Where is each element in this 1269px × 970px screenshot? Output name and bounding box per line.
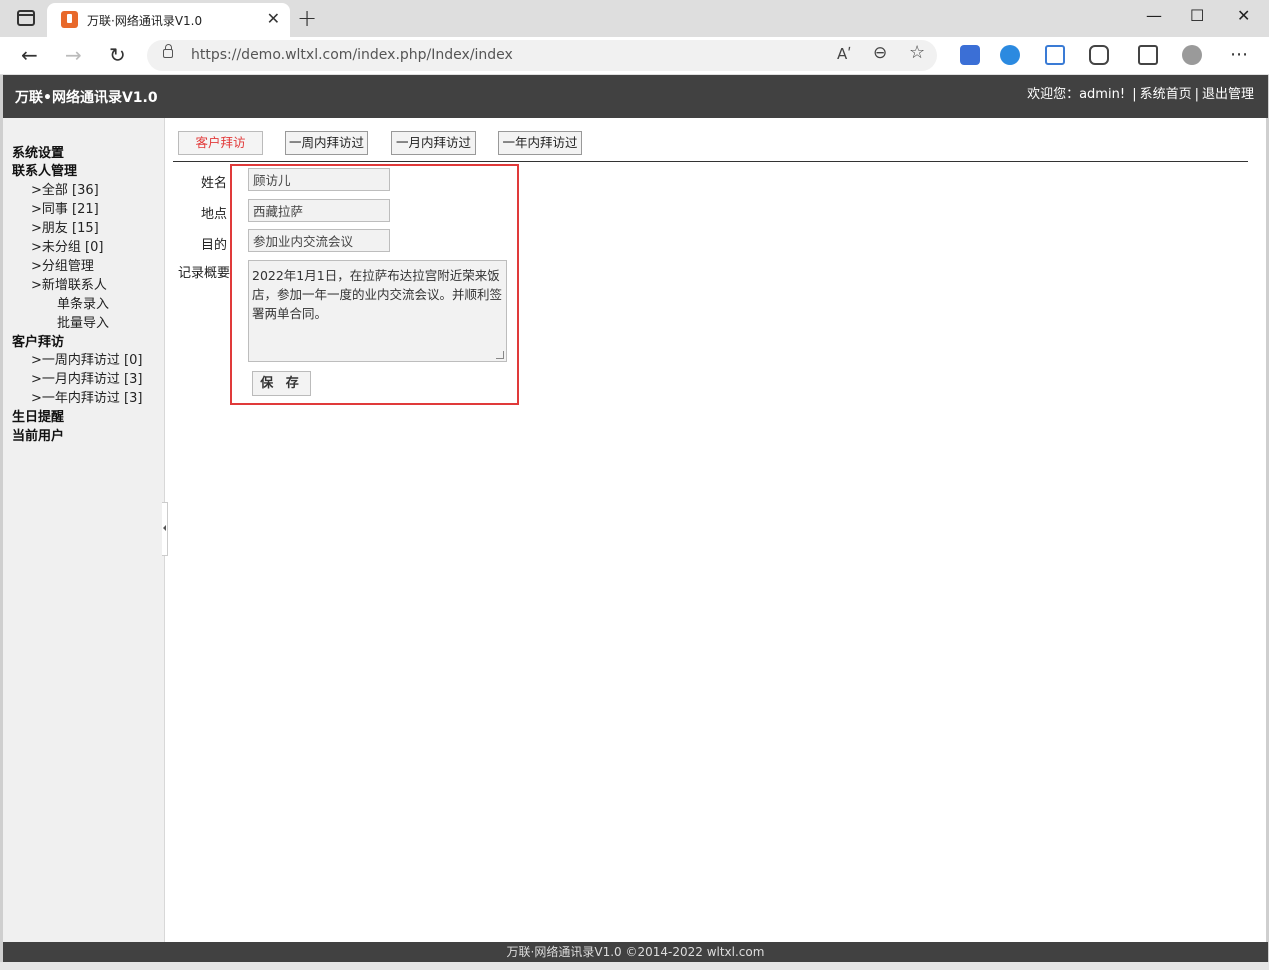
separator: | <box>1194 87 1199 102</box>
reload-icon[interactable]: ↻ <box>109 43 126 67</box>
back-icon[interactable]: ← <box>21 43 38 67</box>
sidebar-item-single-entry[interactable]: 单条录入 <box>57 293 109 312</box>
tab-title: 万联·网络通讯录V1.0 <box>87 14 203 28</box>
sidebar-collapse-handle[interactable] <box>162 502 168 556</box>
calendar-extension-icon[interactable] <box>1045 45 1065 65</box>
summary-label: 记录概要 <box>178 266 231 281</box>
lock-icon[interactable] <box>163 44 173 58</box>
sidebar-system-settings[interactable]: 系统设置 <box>12 142 64 161</box>
sidebar-current-user[interactable]: 当前用户 <box>12 425 64 444</box>
extension-badge-icon[interactable] <box>960 45 980 65</box>
home-link[interactable]: 系统首页 <box>1140 87 1192 102</box>
sidebar-contacts-management[interactable]: 联系人管理 <box>12 160 77 179</box>
tab-visited-year[interactable]: 一年内拜访过 <box>498 131 582 155</box>
location-label: 地点 <box>201 207 228 222</box>
sidebar-item-batch-import[interactable]: 批量导入 <box>57 312 109 331</box>
sidebar-item-visited-year[interactable]: >一年内拜访过 [3] <box>31 387 142 406</box>
user-nav: 欢迎您：admin! | 系统首页 | 退出管理 <box>1027 83 1254 102</box>
sidebar-customer-visits[interactable]: 客户拜访 <box>12 331 64 350</box>
sidebar-item-add-contact[interactable]: >新增联系人 <box>31 274 107 293</box>
tab-customer-visit[interactable]: 客户拜访 <box>178 131 263 155</box>
sidebar-item-visited-week[interactable]: >一周内拜访过 [0] <box>31 349 142 368</box>
window-bottom-edge <box>0 962 1269 970</box>
highlight-frame <box>230 164 519 405</box>
welcome-text: 欢迎您：admin! <box>1027 87 1126 102</box>
read-aloud-icon[interactable]: Aʹ <box>837 45 851 63</box>
sidebar-item-friends[interactable]: >朋友 [15] <box>31 217 99 236</box>
tab-visited-month[interactable]: 一月内拜访过 <box>391 131 476 155</box>
tab-visited-week[interactable]: 一周内拜访过 <box>285 131 368 155</box>
maximize-icon[interactable]: ☐ <box>1190 6 1204 25</box>
extensions-puzzle-icon[interactable] <box>1089 45 1109 65</box>
tab-divider <box>173 161 1248 162</box>
separator: | <box>1132 87 1137 102</box>
logout-link[interactable]: 退出管理 <box>1202 87 1254 102</box>
site-favicon-icon <box>61 11 78 28</box>
url-text[interactable]: https://demo.wltxl.com/index.php/Index/i… <box>191 47 513 63</box>
new-tab-icon[interactable]: + <box>297 4 317 32</box>
sidebar-item-all[interactable]: >全部 [36] <box>31 179 99 198</box>
favorite-star-icon[interactable]: ☆ <box>909 42 925 63</box>
window-close-icon[interactable]: ✕ <box>1237 6 1250 25</box>
app-title: 万联•网络通讯录V1.0 <box>15 90 158 106</box>
minimize-icon[interactable]: — <box>1146 6 1162 25</box>
sidebar-item-visited-month[interactable]: >一月内拜访过 [3] <box>31 368 142 387</box>
browser-tab-bar: 万联·网络通讯录V1.0 ✕ + — ☐ ✕ <box>0 0 1269 37</box>
tab-close-icon[interactable]: ✕ <box>267 9 280 28</box>
profile-avatar-icon[interactable] <box>1182 45 1202 65</box>
name-label: 姓名 <box>201 176 228 191</box>
zoom-out-icon[interactable]: ⊖ <box>873 43 887 63</box>
address-bar[interactable]: https://demo.wltxl.com/index.php/Index/i… <box>147 40 937 71</box>
sidebar-item-ungrouped[interactable]: >未分组 [0] <box>31 236 103 255</box>
sidebar: 系统设置 联系人管理 >全部 [36] >同事 [21] >朋友 [15] >未… <box>3 118 165 942</box>
sidebar-birthday-reminder[interactable]: 生日提醒 <box>12 406 64 425</box>
copilot-icon[interactable] <box>1000 45 1020 65</box>
forward-icon[interactable]: → <box>65 43 82 67</box>
page-footer: 万联·网络通讯录V1.0 ©2014-2022 wltxl.com <box>3 942 1268 962</box>
sidebar-item-group-management[interactable]: >分组管理 <box>31 255 94 274</box>
sidebar-item-colleagues[interactable]: >同事 [21] <box>31 198 99 217</box>
tab-actions-icon[interactable] <box>17 10 35 26</box>
browser-tab[interactable]: 万联·网络通讯录V1.0 ✕ <box>47 3 290 37</box>
app-header: 万联•网络通讯录V1.0 欢迎您：admin! | 系统首页 | 退出管理 <box>3 75 1268 118</box>
collections-icon[interactable] <box>1138 45 1158 65</box>
purpose-label: 目的 <box>201 238 228 253</box>
more-menu-icon[interactable]: ⋯ <box>1230 44 1248 65</box>
browser-toolbar: ← → ↻ https://demo.wltxl.com/index.php/I… <box>0 37 1269 75</box>
